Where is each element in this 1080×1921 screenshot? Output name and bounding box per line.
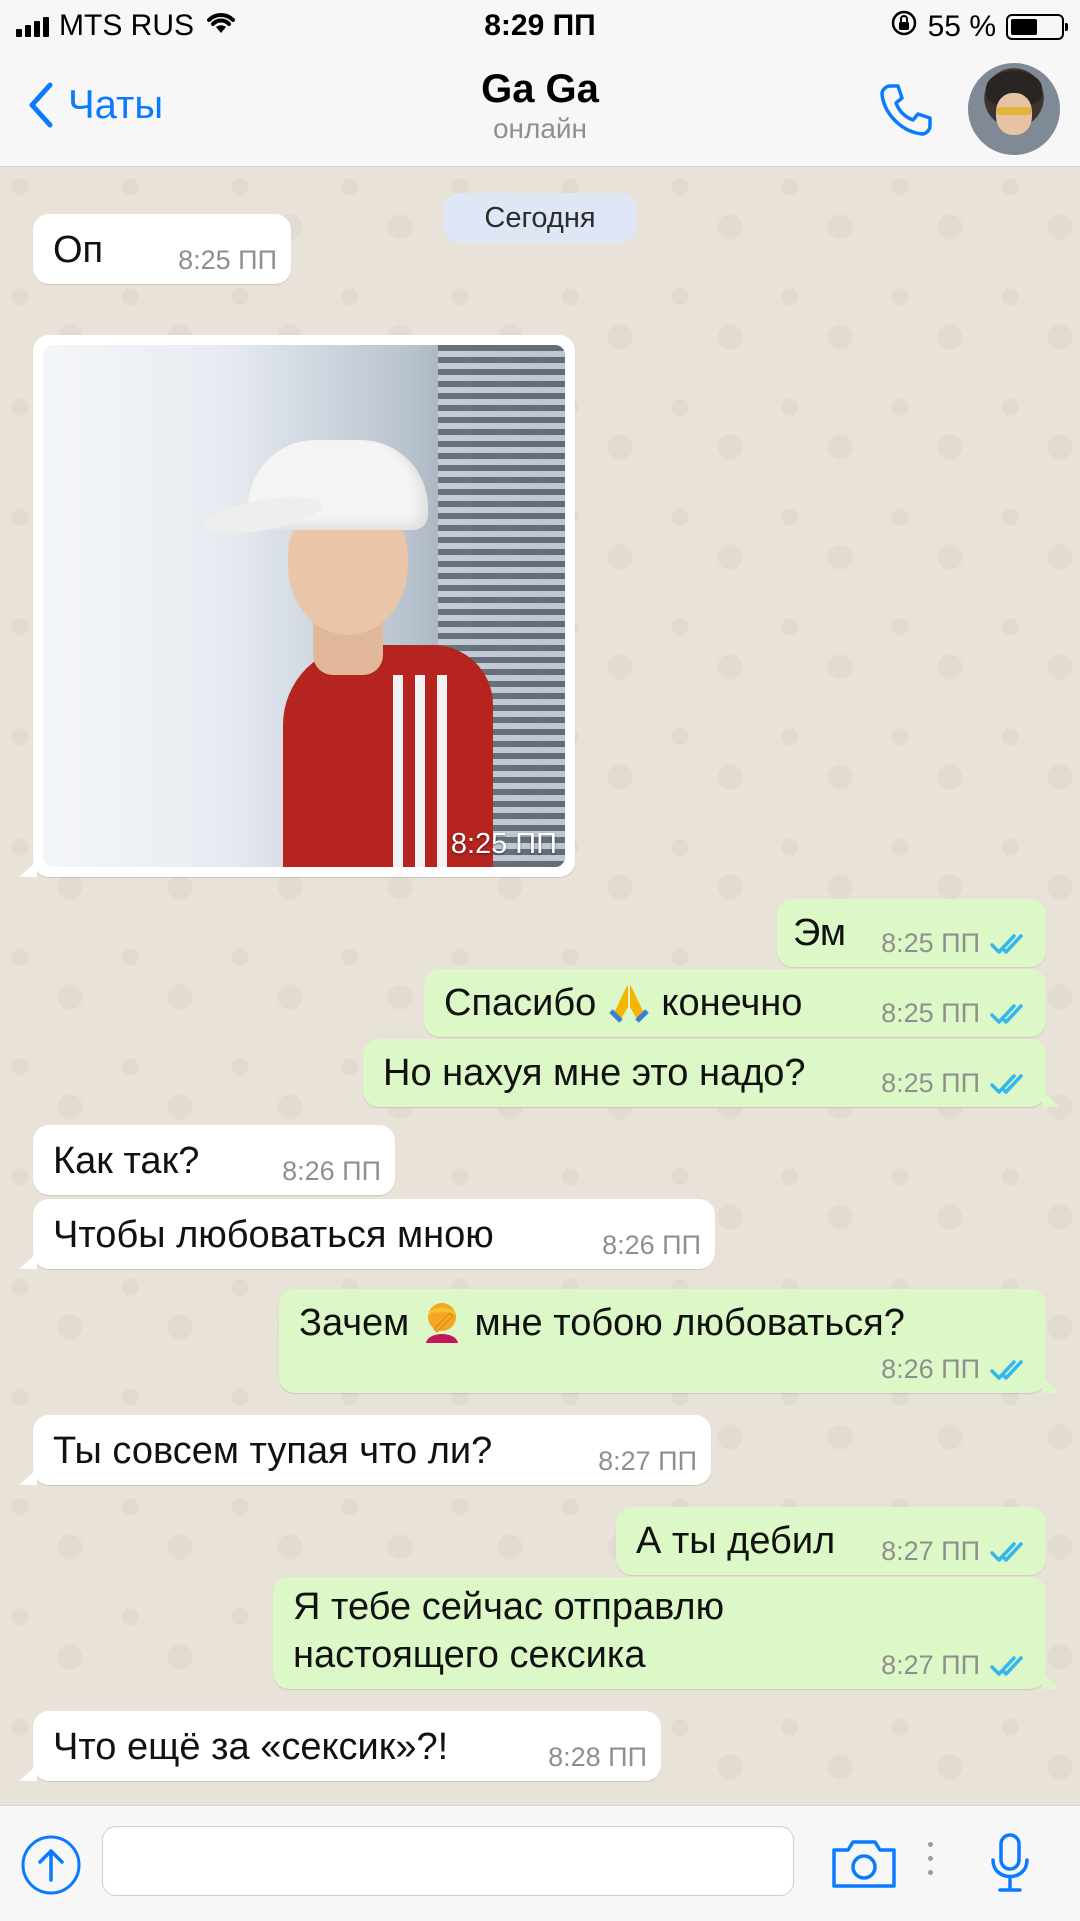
avatar[interactable] [968, 63, 1060, 155]
message-text: Спасибо конечно [444, 979, 802, 1027]
message-meta: 8:26 ПП [881, 1354, 1032, 1385]
message-meta: 8:25 ПП [881, 928, 1032, 959]
message-outgoing[interactable]: Но нахуя мне это надо? 8:25 ПП [363, 1039, 1060, 1107]
facepalm-emoji [425, 1303, 458, 1343]
message-photo[interactable]: 8:25 ПП [19, 335, 575, 877]
message-text: Что ещё за «сексик»?! [53, 1726, 449, 1768]
message-outgoing[interactable]: Эм 8:25 ПП [777, 899, 1046, 967]
message-time: 8:25 ПП [881, 998, 980, 1028]
message-input[interactable] [102, 1826, 794, 1896]
message-incoming[interactable]: Что ещё за «сексик»?! 8:28 ПП [19, 1711, 661, 1781]
message-text: Как так? [53, 1140, 200, 1182]
message-text: Ты совсем тупая что ли? [53, 1430, 493, 1472]
photo-image[interactable] [43, 345, 565, 867]
message-line: Я тебе сейчас отправлю [293, 1586, 725, 1628]
read-checks-icon [990, 1541, 1023, 1562]
message-time: 8:27 ПП [881, 1650, 980, 1680]
message-text: Я тебе сейчас отправлю настоящего сексик… [293, 1583, 724, 1679]
message-time: 8:25 ПП [881, 1068, 980, 1098]
call-button[interactable] [876, 80, 936, 145]
microphone-button[interactable] [988, 1832, 1032, 1899]
attach-button[interactable] [20, 1834, 82, 1901]
chat-header: Чаты Ga Ga онлайн [0, 56, 1080, 167]
chat-area[interactable]: Сегодня Оп 8:25 ПП 8:25 ПП Эм 8:25 ПП Сп [0, 167, 1080, 1805]
message-outgoing[interactable]: Спасибо конечно 8:25 ПП [424, 969, 1046, 1037]
message-text: Чтобы любоваться мною [53, 1214, 494, 1256]
camera-button[interactable] [830, 1838, 898, 1895]
message-text: Но нахуя мне это надо? [383, 1052, 806, 1094]
battery-icon [1006, 14, 1068, 40]
message-text: Оп [53, 229, 104, 271]
date-separator: Сегодня [443, 193, 637, 243]
message-time: 8:26 ПП [602, 1230, 701, 1260]
message-line: настоящего сексика [293, 1634, 646, 1676]
message-text: Эм [793, 912, 847, 954]
message-meta: 8:25 ПП [881, 1068, 1032, 1099]
message-outgoing[interactable]: А ты дебил 8:27 ПП [616, 1507, 1046, 1575]
message-time: 8:26 ПП [881, 1354, 980, 1384]
message-time: 8:26 ПП [282, 1156, 381, 1186]
read-checks-icon [990, 933, 1023, 954]
input-bar [0, 1805, 1080, 1921]
message-time: 8:27 ПП [881, 1536, 980, 1566]
orientation-lock-icon [890, 9, 918, 45]
message-time: 8:28 ПП [548, 1742, 647, 1772]
message-time: 8:25 ПП [178, 245, 277, 275]
battery-percent: 55 % [927, 10, 996, 43]
message-text: Зачем мне тобою любоваться? [299, 1299, 905, 1347]
read-checks-icon [990, 1073, 1023, 1094]
message-meta: 8:27 ПП [881, 1650, 1032, 1681]
message-time: 8:25 ПП [881, 928, 980, 958]
message-text: А ты дебил [636, 1520, 836, 1562]
read-checks-icon [990, 1655, 1023, 1676]
message-meta: 8:27 ПП [881, 1536, 1032, 1567]
phone-icon [880, 84, 932, 136]
message-incoming[interactable]: Чтобы любоваться мною 8:26 ПП [19, 1199, 715, 1269]
camera-icon [832, 1840, 896, 1888]
message-outgoing[interactable]: Я тебе сейчас отправлю настоящего сексик… [273, 1577, 1060, 1689]
read-checks-icon [990, 1003, 1023, 1024]
folded-hands-emoji [609, 985, 649, 1023]
status-bar: MTS RUS 8:29 ПП 55 % [0, 0, 1080, 56]
message-incoming[interactable]: Оп 8:25 ПП [33, 214, 291, 284]
message-time: 8:27 ПП [598, 1446, 697, 1476]
message-meta: 8:25 ПП [881, 998, 1032, 1029]
message-outgoing[interactable]: Зачем мне тобою любоваться? 8:26 ПП [279, 1289, 1060, 1393]
status-right: 55 % [890, 9, 1068, 45]
microphone-icon [991, 1833, 1029, 1892]
more-icon[interactable] [928, 1842, 933, 1884]
message-incoming[interactable]: Как так? 8:26 ПП [33, 1125, 395, 1195]
upload-icon [21, 1835, 81, 1895]
photo-time: 8:25 ПП [450, 828, 557, 860]
message-incoming[interactable]: Ты совсем тупая что ли? 8:27 ПП [19, 1415, 711, 1485]
read-checks-icon [990, 1359, 1023, 1380]
